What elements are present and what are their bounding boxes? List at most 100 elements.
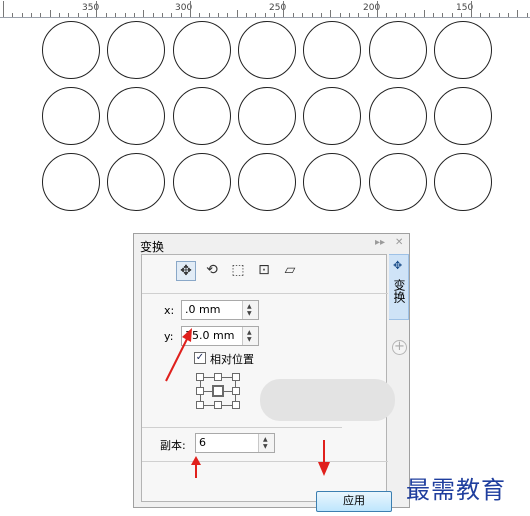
- circle-shape[interactable]: [303, 153, 362, 211]
- close-icon[interactable]: ✕: [395, 237, 403, 248]
- circle-shape[interactable]: [107, 153, 166, 211]
- ruler-tick: [143, 10, 144, 17]
- annotation-arrow-copies: [191, 456, 201, 478]
- anchor-center[interactable]: [212, 385, 224, 397]
- ruler-tick: [115, 13, 116, 17]
- ruler-tick: [227, 13, 228, 17]
- ruler-tick: [508, 13, 509, 17]
- anchor-bottom-left[interactable]: [196, 401, 204, 409]
- copies-label: 副本:: [160, 439, 186, 452]
- ruler-tick: [3, 1, 4, 17]
- circle-shape[interactable]: [42, 87, 100, 145]
- circle-shape[interactable]: [303, 21, 362, 79]
- ruler-tick: [517, 10, 518, 17]
- ruler-tick: [59, 13, 60, 17]
- ruler-tick: [265, 13, 266, 17]
- ruler-tick: [274, 13, 275, 17]
- x-position-value: .0 mm: [185, 303, 221, 316]
- ruler-tick: [340, 13, 341, 17]
- ruler-tick: [31, 13, 32, 17]
- ruler-tick: [321, 13, 322, 17]
- ruler-tick: [199, 13, 200, 17]
- divider: [142, 461, 388, 462]
- side-tab-label: 变换: [392, 279, 406, 303]
- ruler-tick: [499, 13, 500, 17]
- ruler-tick: [471, 1, 472, 17]
- ruler-tick: [424, 10, 425, 17]
- ruler-tick: [312, 13, 313, 17]
- ruler-tick: [433, 13, 434, 17]
- circle-shape[interactable]: [42, 153, 100, 211]
- ruler-tick: [40, 13, 41, 17]
- ruler-tick: [396, 13, 397, 17]
- circle-shape[interactable]: [172, 87, 231, 145]
- anchor-top-center[interactable]: [214, 373, 222, 381]
- copies-spinner[interactable]: ▲ ▼: [258, 434, 274, 452]
- anchor-middle-right[interactable]: [232, 387, 240, 395]
- x-spinner[interactable]: ▲ ▼: [242, 301, 258, 319]
- circle-shape[interactable]: [172, 153, 231, 211]
- circle-shape[interactable]: [433, 87, 492, 145]
- copies-value: 6: [199, 436, 206, 449]
- ruler-tick: [414, 13, 415, 17]
- ruler-tick: [162, 13, 163, 17]
- ruler-tick: [461, 13, 462, 17]
- ruler-tick: [181, 13, 182, 17]
- circle-shape[interactable]: [368, 153, 427, 211]
- ruler-tick: [153, 13, 154, 17]
- watermark: 最需教育: [406, 476, 506, 504]
- divider: [142, 293, 388, 294]
- circle-shape[interactable]: [172, 21, 231, 79]
- y-spinner[interactable]: ▲ ▼: [242, 327, 258, 345]
- ruler-tick: [405, 13, 406, 17]
- circle-shape[interactable]: [368, 87, 427, 145]
- anchor-top-right[interactable]: [232, 373, 240, 381]
- circle-shape[interactable]: [42, 21, 100, 79]
- position-icon[interactable]: ✥: [176, 261, 196, 281]
- expand-icon[interactable]: ▸▸: [375, 237, 385, 248]
- ruler-tick: [255, 13, 256, 17]
- rotate-icon[interactable]: ⟲: [202, 261, 222, 281]
- circle-shape[interactable]: [237, 87, 296, 145]
- transform-tab-icon: ✥: [393, 259, 403, 272]
- anchor-bottom-center[interactable]: [214, 401, 222, 409]
- ruler-tick: [302, 13, 303, 17]
- circle-shape[interactable]: [303, 87, 362, 145]
- add-docker-icon[interactable]: +: [392, 340, 407, 355]
- circle-shape[interactable]: [107, 21, 166, 79]
- ruler-tick: [293, 13, 294, 17]
- circle-shape[interactable]: [368, 21, 427, 79]
- drawing-canvas[interactable]: [0, 19, 530, 219]
- ruler-tick: [190, 1, 191, 17]
- ruler-tick: [50, 10, 51, 17]
- scale-icon[interactable]: ⬚: [228, 261, 248, 281]
- anchor-grid: [196, 373, 246, 423]
- skew-icon[interactable]: ▱: [280, 261, 300, 281]
- ruler-tick: [209, 13, 210, 17]
- circle-shape[interactable]: [237, 153, 296, 211]
- ruler-tick: [358, 13, 359, 17]
- ruler-tick: [237, 10, 238, 17]
- divider: [142, 427, 342, 428]
- ruler-tick: [171, 13, 172, 17]
- anchor-bottom-right[interactable]: [232, 401, 240, 409]
- transform-side-tab[interactable]: ✥ 变换: [389, 254, 409, 320]
- circle-shape[interactable]: [433, 153, 492, 211]
- apply-button[interactable]: 应用: [316, 491, 392, 512]
- circle-shape[interactable]: [433, 21, 492, 79]
- copies-field[interactable]: 6 ▲ ▼: [195, 433, 275, 453]
- ruler-tick: [349, 13, 350, 17]
- circle-shape[interactable]: [107, 87, 166, 145]
- circle-shape[interactable]: [237, 21, 296, 79]
- ruler-tick: [246, 13, 247, 17]
- size-icon[interactable]: ⊡: [254, 261, 274, 281]
- ruler-tick: [377, 1, 378, 17]
- horizontal-ruler[interactable]: 350 300 250 200 150: [0, 0, 530, 18]
- annotation-arrow-apply: [318, 440, 330, 476]
- ruler-tick: [218, 13, 219, 17]
- ruler-tick: [106, 13, 107, 17]
- anchor-middle-left[interactable]: [196, 387, 204, 395]
- ruler-tick: [330, 10, 331, 17]
- ruler-tick: [480, 13, 481, 17]
- x-position-field[interactable]: .0 mm ▲ ▼: [181, 300, 259, 320]
